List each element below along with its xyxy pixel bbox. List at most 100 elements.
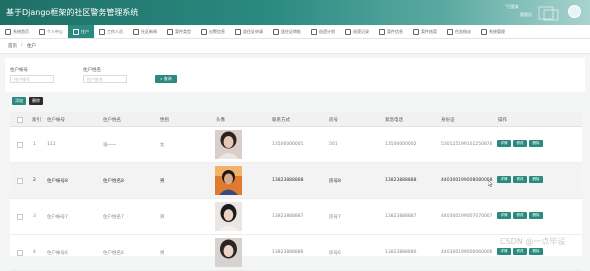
- cell-room: 房号8: [329, 179, 341, 184]
- staff-icon: [99, 28, 105, 35]
- nav-item-settings[interactable]: 系统管理: [476, 25, 510, 38]
- nav-item-patrol-plan[interactable]: 巡逻计划: [306, 25, 340, 38]
- cell-account: 住户帐号6: [47, 251, 68, 256]
- delete-button[interactable]: 删除: [529, 176, 543, 183]
- row-checkbox[interactable]: [17, 142, 23, 148]
- delete-button[interactable]: 删除: [529, 140, 543, 147]
- permit-approve-icon: [273, 28, 279, 35]
- cell-phone: 13823888887: [272, 214, 304, 219]
- nav-item-profile[interactable]: 个人中心: [34, 25, 68, 38]
- cell-room: 房号7: [329, 215, 341, 220]
- resident-avatar-image: [215, 238, 242, 267]
- breadcrumb-current: 住户: [27, 44, 36, 49]
- header-room: 房号: [329, 118, 338, 123]
- table-row: 4 住户帐号6 住户姓名6 男 13823888886 房号6 13823888…: [10, 235, 582, 271]
- table-row: 2 住户帐号8 住户姓名8 男 13823888888 房号8 13823888…: [10, 163, 582, 199]
- case-close-icon: [413, 28, 419, 35]
- cell-index: 3: [33, 214, 36, 219]
- cell-room: 房号6: [329, 251, 341, 256]
- app-title: 基于Django框架的社区警务管理系统: [6, 8, 139, 17]
- edit-button[interactable]: 修改: [513, 176, 527, 183]
- cell-name: 住户姓名8: [103, 179, 124, 184]
- nav-item-staff[interactable]: 工作人员: [94, 25, 128, 38]
- add-button[interactable]: 添加: [12, 97, 26, 105]
- search-button[interactable]: ⌕ 查询: [155, 75, 177, 83]
- nav-item-permit-apply[interactable]: 居住证申请: [230, 25, 268, 38]
- header-account: 住户帐号: [47, 118, 65, 123]
- batch-delete-button[interactable]: 删除: [29, 97, 43, 105]
- cell-emergency: 13500000002: [385, 142, 417, 147]
- resident-avatar-image: [215, 166, 242, 195]
- header-gender: 性别: [160, 118, 169, 123]
- police-icon: [201, 28, 207, 35]
- cell-name: 住户姓名6: [103, 251, 124, 256]
- cell-id-card: 530125199101250876: [441, 142, 493, 147]
- cell-index: 2: [33, 178, 36, 183]
- cell-phone: 13500000001: [272, 142, 304, 147]
- nav-item-permit-approve[interactable]: 居住证审批: [268, 25, 306, 38]
- user-avatar[interactable]: [568, 5, 581, 18]
- breadcrumb-separator: /: [21, 43, 23, 48]
- row-checkbox[interactable]: [17, 214, 23, 220]
- cell-room: 501: [329, 142, 338, 147]
- cell-emergency: 13823888886: [385, 250, 417, 255]
- view-button[interactable]: 详情: [497, 176, 511, 183]
- nav-item-task[interactable]: 任务指派: [442, 25, 476, 38]
- case-type-icon: [167, 28, 173, 35]
- cell-id-card: 440300199006060006: [441, 250, 493, 255]
- case-info-icon: [379, 28, 385, 35]
- view-button[interactable]: 详情: [497, 212, 511, 219]
- cell-index: 1: [33, 142, 36, 147]
- resident-table: 索引 住户帐号 住户姓名 性别 头像 联系方式 房号 紧急电话 身份证 操作 1…: [10, 112, 582, 271]
- cell-account: 住户帐号8: [47, 179, 68, 184]
- search-panel: 住户帐号 住户帐号 住户姓名 住户姓名 ⌕ 查询: [5, 58, 585, 92]
- row-checkbox[interactable]: [17, 178, 23, 184]
- permit-apply-icon: [235, 28, 241, 35]
- table-header: 索引 住户帐号 住户姓名 性别 头像 联系方式 房号 紧急电话 身份证 操作: [10, 112, 582, 127]
- delete-button[interactable]: 删除: [529, 212, 543, 219]
- mouse-cursor-icon: [488, 180, 493, 187]
- cell-phone: 13823888886: [272, 250, 304, 255]
- resident-avatar-image: [215, 130, 242, 159]
- cell-name: 住户姓名7: [103, 215, 124, 220]
- patrol-record-icon: [345, 28, 351, 35]
- nav-item-case-close[interactable]: 案件结案: [408, 25, 442, 38]
- breadcrumb-home[interactable]: 首页: [8, 43, 17, 49]
- nav-item-case-info[interactable]: 案件信息: [374, 25, 408, 38]
- name-search-input[interactable]: 住户姓名: [83, 75, 127, 83]
- header-phone: 联系方式: [272, 118, 290, 123]
- header-name: 住户姓名: [103, 118, 121, 123]
- nav-item-home[interactable]: 系统首页: [0, 25, 34, 38]
- row-checkbox[interactable]: [17, 250, 23, 256]
- header-avatar: 头像: [216, 118, 225, 123]
- header-actions: 操作: [498, 118, 507, 123]
- top-nav: 系统首页 个人中心 住户 工作人员 社区新闻 案件类型 出警信息 居住证申请 居…: [0, 25, 590, 39]
- view-button[interactable]: 详情: [497, 248, 511, 255]
- home-icon: [5, 28, 11, 35]
- cell-phone: 13823888888: [272, 178, 304, 183]
- table-row: 1 111 张一一 女 13500000001 501 13500000002 …: [10, 127, 582, 163]
- cell-emergency: 13823888888: [385, 178, 417, 183]
- edit-button[interactable]: 修改: [513, 140, 527, 147]
- header-id-card: 身份证: [441, 118, 455, 123]
- select-all-checkbox[interactable]: [17, 117, 23, 123]
- view-button[interactable]: 详情: [497, 140, 511, 147]
- news-icon: [133, 28, 139, 35]
- cell-id-card: 440300199007070007: [441, 214, 493, 219]
- nav-item-resident[interactable]: 住户: [68, 25, 94, 38]
- settings-icon: [481, 28, 487, 35]
- cell-name: 张一一: [103, 143, 117, 148]
- delete-button[interactable]: 删除: [529, 248, 543, 255]
- breadcrumb: 首页 / 住户: [0, 39, 590, 54]
- nav-item-police[interactable]: 出警信息: [196, 25, 230, 38]
- edit-button[interactable]: 修改: [513, 212, 527, 219]
- account-search-input[interactable]: 住户帐号: [10, 75, 54, 83]
- task-icon: [447, 28, 453, 35]
- name-label: 住户姓名: [83, 68, 101, 73]
- nav-item-case-type[interactable]: 案件类型: [162, 25, 196, 38]
- resident-avatar-image: [215, 202, 242, 231]
- edit-button[interactable]: 修改: [513, 248, 527, 255]
- cell-emergency: 13823888887: [385, 214, 417, 219]
- nav-item-news[interactable]: 社区新闻: [128, 25, 162, 38]
- nav-item-patrol-record[interactable]: 巡逻记录: [340, 25, 374, 38]
